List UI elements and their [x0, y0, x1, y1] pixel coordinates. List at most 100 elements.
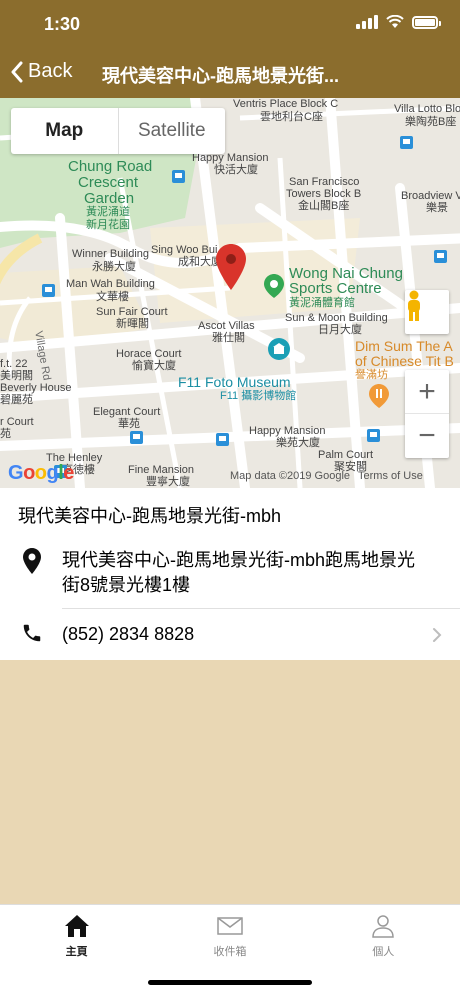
map-label: Garden	[84, 190, 135, 207]
pegman-icon	[408, 290, 420, 321]
map-label: 樂陶苑B座	[405, 116, 457, 128]
map-type-toggle[interactable]: Map Satellite	[11, 108, 225, 154]
phone-number: (852) 2834 8828	[62, 624, 195, 644]
zoom-out-button[interactable]: −	[405, 414, 449, 458]
phone-icon	[0, 622, 62, 644]
map-label: Chung Road	[68, 158, 153, 175]
map-label: Broadview V	[401, 190, 460, 202]
map-label: Winner Building	[72, 248, 150, 260]
terms-link[interactable]: Terms of Use	[358, 470, 423, 482]
park-marker-icon	[264, 274, 284, 298]
status-time: 1:30	[44, 14, 81, 34]
map-tab[interactable]: Map	[11, 108, 119, 154]
map-label: Palm Court	[318, 449, 374, 461]
museum-marker-icon	[268, 338, 290, 360]
map-label: Towers Block B	[286, 188, 362, 200]
map-label: 美明閣	[0, 370, 33, 382]
map-label: Ascot Villas	[198, 320, 255, 332]
map-pin-icon	[0, 548, 62, 574]
map-label: f.t. 22	[0, 358, 28, 370]
bus-stop-icon	[172, 170, 185, 183]
map-label: 樂苑大廈	[276, 437, 320, 449]
location-pin-icon[interactable]	[216, 244, 246, 290]
map-label: 日月大廈	[318, 324, 362, 336]
map-label: Elegant Court	[93, 406, 161, 418]
phone-row[interactable]: (852) 2834 8828	[0, 622, 460, 647]
zoom-in-button[interactable]: +	[405, 370, 449, 414]
zoom-controls: + −	[405, 370, 449, 458]
map-label: Beverly House	[0, 382, 72, 394]
map-label: Dim Sum The A	[355, 338, 453, 354]
map-label: Sports Centre	[289, 280, 382, 297]
map-label: 金山閣B座	[298, 200, 350, 212]
map-label: Crescent	[78, 174, 139, 191]
map-label: 豐寧大廈	[146, 476, 190, 488]
map-label: 苑	[0, 428, 11, 440]
map-label: 碧麗苑	[0, 394, 33, 406]
map-label: F11 攝影博物館	[220, 390, 297, 402]
top-bar: 1:30 Back 現代美容中心-跑馬地景光街...	[0, 0, 460, 98]
map-attribution: Map data ©2019 Google Terms of Use	[230, 470, 423, 482]
map-label: of Chinese Tit B	[355, 353, 454, 369]
google-logo: Google	[8, 462, 74, 484]
map-label: 雲地利台C座	[260, 111, 323, 123]
bus-stop-icon	[130, 431, 143, 444]
map-label: Horace Court	[116, 348, 182, 360]
map-label: 快活大廈	[214, 164, 258, 176]
map-label: 雅仕閣	[212, 332, 245, 344]
tab-label: 個人	[372, 946, 395, 958]
map-label: 華苑	[118, 418, 140, 430]
tab-home[interactable]: 主頁	[0, 905, 153, 996]
map-label: 樂景	[426, 202, 448, 214]
divider	[62, 608, 460, 609]
battery-icon	[412, 15, 441, 29]
street-view-button[interactable]	[405, 290, 449, 334]
map-label: San Francisco	[289, 176, 360, 188]
map-label: Villa Lotto Block	[394, 103, 460, 115]
back-button[interactable]: Back	[10, 60, 72, 83]
cellular-signal-icon	[356, 15, 378, 29]
map-label: F11 Foto Museum	[178, 374, 291, 390]
map-label: Ventris Place Block C	[233, 98, 339, 110]
tab-label: 收件箱	[213, 946, 247, 958]
map-label: 新暉閣	[116, 318, 149, 330]
map-label: 黃泥涌道	[86, 206, 130, 218]
bus-stop-icon	[42, 284, 55, 297]
bus-stop-icon	[400, 136, 413, 149]
map-label: Sun & Moon Building	[285, 312, 388, 324]
bus-stop-icon	[216, 433, 229, 446]
location-title: 現代美容中心-跑馬地景光街-mbh	[18, 506, 282, 526]
chevron-left-icon	[11, 61, 23, 82]
satellite-tab[interactable]: Satellite	[119, 108, 226, 154]
map-label: 永勝大廈	[92, 261, 136, 273]
tab-label: 主頁	[65, 946, 88, 958]
person-icon	[372, 915, 395, 938]
map-label: 黃泥涌體育館	[289, 297, 355, 309]
map-data-text: Map data ©2019 Google	[230, 470, 351, 482]
restaurant-marker-icon	[369, 384, 389, 408]
map-label: Man Wah Building	[66, 278, 155, 290]
map-label: r Court	[0, 416, 34, 428]
location-info-card: 現代美容中心-跑馬地景光街-mbh 現代美容中心-跑馬地景光街-mbh跑馬地景光…	[0, 488, 460, 660]
chevron-right-icon	[432, 626, 442, 649]
map-label: 文華樓	[96, 291, 129, 303]
tab-profile[interactable]: 個人	[307, 905, 460, 996]
map-label: 譽滿坊	[355, 369, 388, 381]
page-title: 現代美容中心-跑馬地景光街...	[102, 66, 339, 86]
map-label: 新月花園	[86, 219, 130, 231]
map-view[interactable]: Ventris Place Block C 雲地利台C座 Villa Lotto…	[0, 98, 460, 488]
status-icons	[356, 15, 441, 29]
home-icon	[64, 915, 89, 937]
home-indicator	[148, 980, 312, 985]
address-text: 現代美容中心-跑馬地景光街-mbh跑馬地景光街8號景光樓1樓	[62, 550, 416, 595]
map-label: Sun Fair Court	[96, 306, 168, 318]
map-label: Sing Woo Bui	[151, 244, 218, 256]
mail-icon	[217, 917, 243, 935]
bus-stop-icon	[367, 429, 380, 442]
back-label: Back	[28, 60, 73, 82]
bus-stop-icon	[434, 250, 447, 263]
map-label: Happy Mansion	[249, 425, 326, 437]
map-label: 愉寶大廈	[132, 360, 176, 372]
address-row[interactable]: 現代美容中心-跑馬地景光街-mbh跑馬地景光街8號景光樓1樓	[0, 548, 460, 598]
map-label: Fine Mansion	[128, 464, 195, 476]
